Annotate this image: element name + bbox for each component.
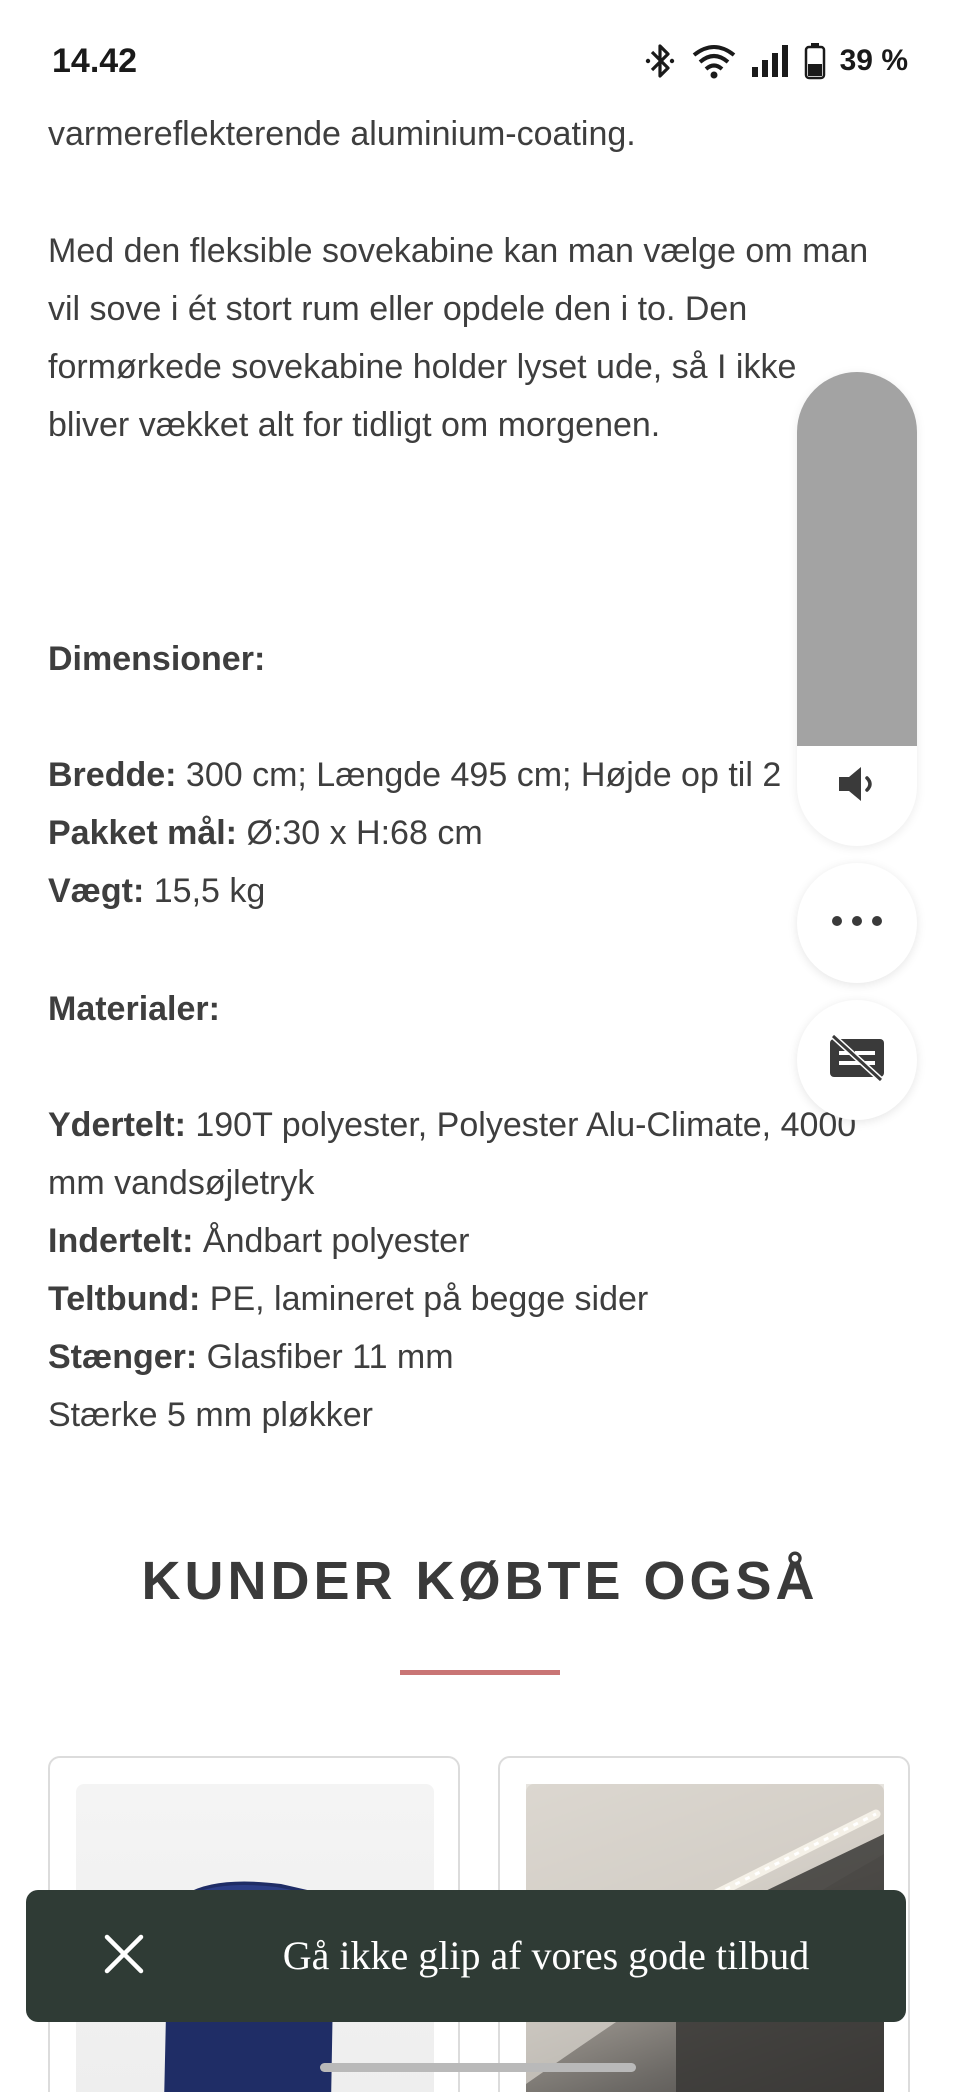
dimensions-list: Bredde: 300 cm; Længde 495 cm; Højde op …	[48, 746, 928, 920]
gesture-nav-handle[interactable]	[320, 2063, 636, 2072]
spec-value: Åndbart polyester	[193, 1222, 470, 1260]
spec-value: Ø:30 x H:68 cm	[237, 814, 483, 852]
more-horizontal-icon	[829, 914, 885, 933]
spec-row-poles: Stænger: Glasfiber 11 mm	[48, 1328, 928, 1386]
captions-off-icon	[827, 1033, 887, 1087]
spec-label: Ydertelt:	[48, 1106, 186, 1144]
toast-message[interactable]: Gå ikke glip af vores gode tilbud	[186, 1890, 906, 2022]
spec-row-inner-tent: Indertelt: Åndbart polyester	[48, 1212, 928, 1270]
status-time: 14.42	[52, 42, 138, 80]
spec-label: Vægt:	[48, 872, 145, 910]
spec-row-packed: Pakket mål: Ø:30 x H:68 cm	[48, 804, 928, 862]
spec-label: Stænger:	[48, 1338, 198, 1376]
battery-percent: 39 %	[839, 44, 908, 77]
cellular-signal-icon	[750, 43, 790, 79]
spec-label: Indertelt:	[48, 1222, 194, 1260]
spec-value: Stærke 5 mm pløkker	[48, 1396, 373, 1434]
wifi-icon	[692, 43, 736, 79]
section-underline	[400, 1670, 560, 1675]
spec-value: PE, lamineret på begge sider	[200, 1280, 649, 1318]
more-options-button[interactable]	[797, 863, 917, 983]
paragraph-line: bliver vækket alt for tidligt om morgene…	[48, 406, 661, 444]
paragraph-line: formørkede sovekabine holder lyset ude, …	[48, 348, 797, 386]
spec-label: Pakket mål:	[48, 814, 237, 852]
promo-toast: Gå ikke glip af vores gode tilbud	[26, 1890, 906, 2022]
status-bar: 14.42 39 %	[0, 0, 960, 110]
materials-heading: Materialer:	[48, 990, 220, 1028]
spec-label: Teltbund:	[48, 1280, 201, 1318]
spec-value: Glasfiber 11 mm	[197, 1338, 454, 1376]
spec-row-outer-tent: Ydertelt: 190T polyester, Polyester Alu-…	[48, 1096, 928, 1154]
paragraph-line: vil sove i ét stort rum eller opdele den…	[48, 290, 748, 328]
volume-level-fill	[797, 372, 917, 746]
spec-value: 15,5 kg	[144, 872, 266, 910]
spec-label: Bredde:	[48, 756, 177, 794]
spec-value: 300 cm; Længde 495 cm; Højde op til 2	[176, 756, 782, 794]
captions-toggle-button[interactable]	[797, 1000, 917, 1120]
bluetooth-icon	[644, 42, 678, 80]
related-section-title: KUNDER KØBTE OGSÅ	[141, 1551, 819, 1611]
battery-icon	[804, 42, 826, 80]
article-paragraph-1: varmereflekterende aluminium-coating.	[48, 115, 636, 153]
status-icons: 39 %	[644, 40, 908, 82]
spec-row-pegs: Stærke 5 mm pløkker	[48, 1386, 928, 1444]
paragraph-line: Med den fleksible sovekabine kan man væl…	[48, 232, 869, 270]
speaker-icon	[833, 760, 881, 808]
toast-close-button[interactable]	[90, 1922, 158, 1990]
spec-value: 190T polyester, Polyester Alu-Climate, 4…	[185, 1106, 857, 1144]
dimensions-heading: Dimensioner:	[48, 640, 266, 678]
materials-list: Ydertelt: 190T polyester, Polyester Alu-…	[48, 1096, 928, 1444]
spec-row-floor: Teltbund: PE, lamineret på begge sider	[48, 1270, 928, 1328]
close-icon	[102, 1932, 146, 1981]
spec-row-outer-tent-cont: mm vandsøjletryk	[48, 1154, 928, 1212]
spec-row-weight: Vægt: 15,5 kg	[48, 862, 928, 920]
volume-slider[interactable]	[797, 372, 917, 846]
article-paragraph-2: Med den fleksible sovekabine kan man væl…	[48, 222, 928, 454]
spec-row-width: Bredde: 300 cm; Længde 495 cm; Højde op …	[48, 746, 928, 804]
spec-value: mm vandsøjletryk	[48, 1164, 315, 1202]
